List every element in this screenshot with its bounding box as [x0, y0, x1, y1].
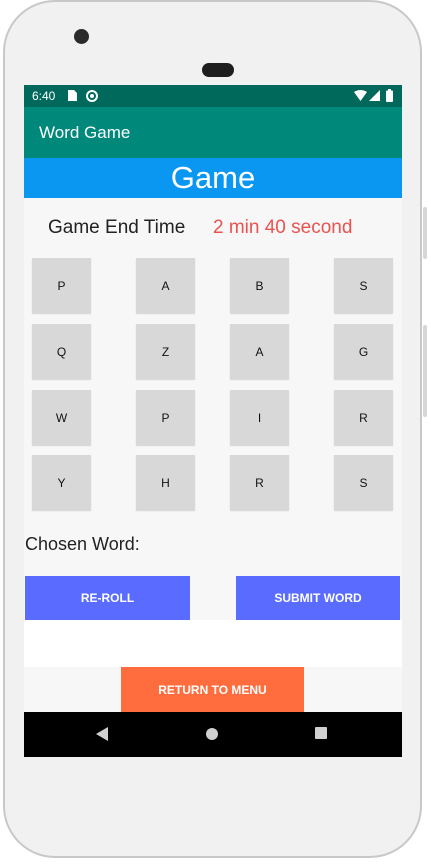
- letter-tile[interactable]: W: [32, 390, 91, 445]
- letter-tile[interactable]: G: [334, 324, 393, 379]
- letter-tile[interactable]: A: [230, 324, 289, 379]
- letter-tile[interactable]: A: [136, 258, 195, 313]
- signal-icon: [369, 90, 380, 101]
- letter-tile[interactable]: R: [230, 455, 289, 510]
- return-to-menu-button[interactable]: RETURN TO MENU: [121, 667, 304, 712]
- letter-tile[interactable]: P: [136, 390, 195, 445]
- letter-tile[interactable]: H: [136, 455, 195, 510]
- navigation-bar: [24, 712, 402, 757]
- reroll-button[interactable]: RE-ROLL: [25, 576, 190, 620]
- letter-tile[interactable]: P: [32, 258, 91, 313]
- letter-tile[interactable]: Z: [136, 324, 195, 379]
- timer-row: Game End Time 2 min 40 second: [24, 209, 402, 249]
- battery-icon: [386, 89, 393, 102]
- app-bar: Word Game: [24, 107, 402, 158]
- status-bar: 6:40: [24, 85, 402, 107]
- letter-tile[interactable]: Y: [32, 455, 91, 510]
- spacer: [24, 620, 402, 667]
- letter-tile[interactable]: R: [334, 390, 393, 445]
- letter-grid: P A B S Q Z A G W P I R Y H R S: [24, 257, 402, 515]
- volume-button: [423, 325, 427, 417]
- sync-icon: [86, 90, 98, 102]
- letter-tile[interactable]: S: [334, 258, 393, 313]
- nav-back-icon[interactable]: [96, 727, 108, 741]
- timer-label: Game End Time: [48, 217, 186, 238]
- timer-value: 2 min 40 second: [213, 217, 353, 238]
- wifi-icon: [354, 90, 367, 101]
- letter-tile[interactable]: I: [230, 390, 289, 445]
- screen: 6:40 Word Game Game Game End Time 2 min …: [24, 85, 402, 757]
- app-title: Word Game: [39, 123, 131, 142]
- front-camera: [74, 29, 89, 44]
- status-time: 6:40: [32, 89, 56, 103]
- nav-recents-icon[interactable]: [315, 727, 327, 739]
- letter-tile[interactable]: Q: [32, 324, 91, 379]
- submit-word-button[interactable]: SUBMIT WORD: [236, 576, 400, 620]
- sim-card-icon: [68, 90, 77, 101]
- letter-tile[interactable]: B: [230, 258, 289, 313]
- nav-home-icon[interactable]: [206, 728, 218, 740]
- power-button: [423, 207, 427, 259]
- game-banner: Game: [24, 158, 402, 198]
- earpiece-speaker: [202, 63, 234, 77]
- letter-tile[interactable]: S: [334, 455, 393, 510]
- chosen-word-label: Chosen Word:: [25, 534, 140, 554]
